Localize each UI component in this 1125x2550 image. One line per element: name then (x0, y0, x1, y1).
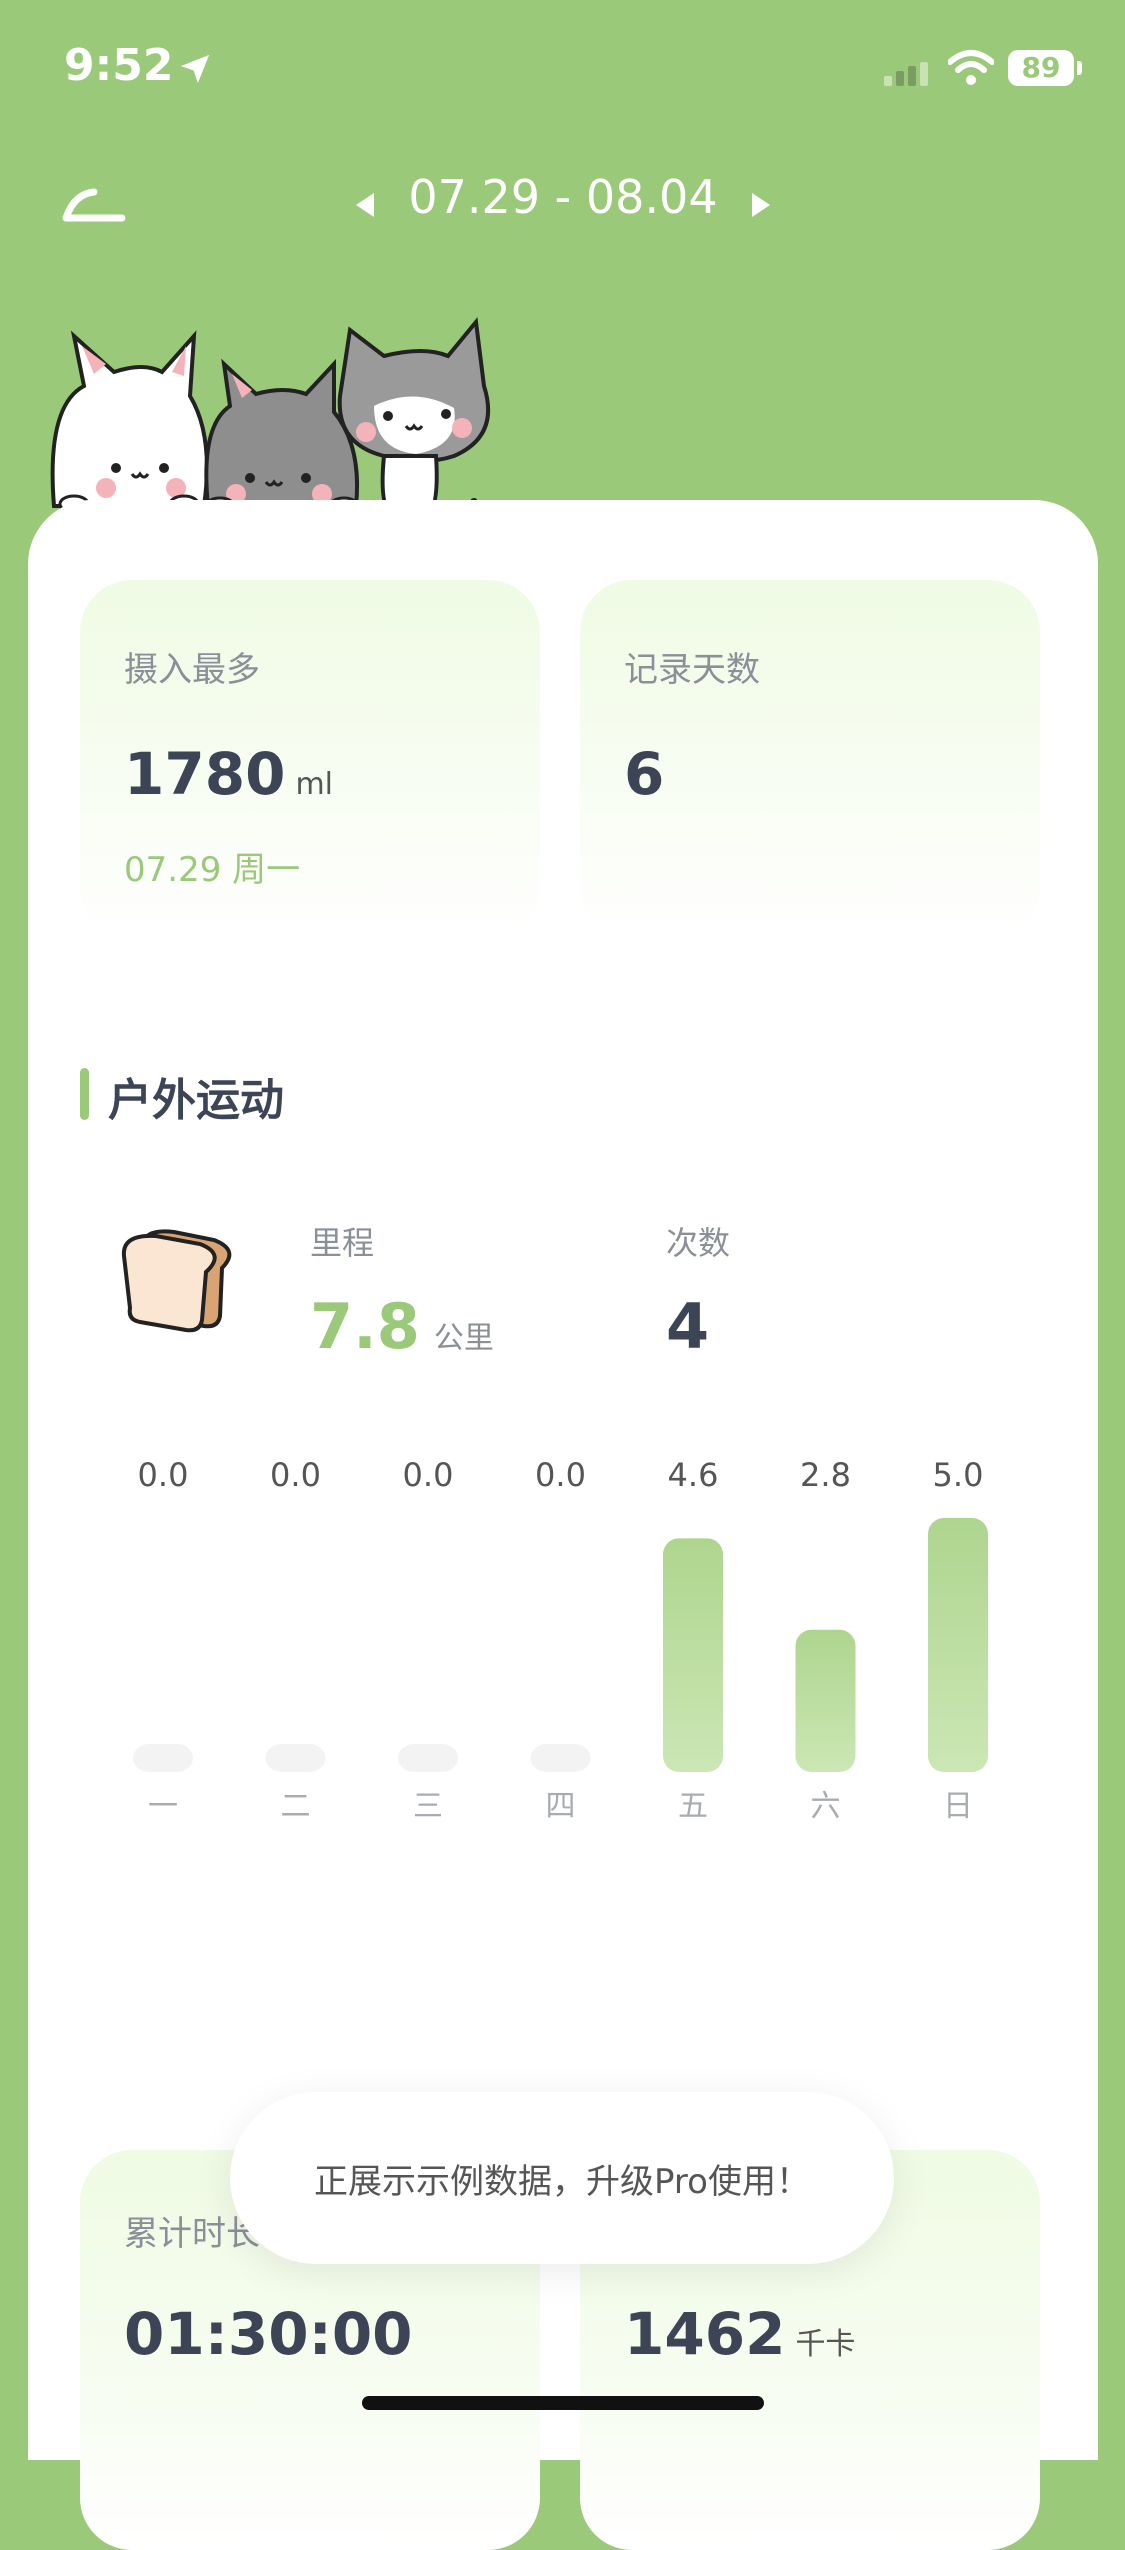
battery-indicator: 89 (1008, 50, 1074, 86)
bar-category-label: 五 (678, 1789, 708, 1824)
toast-text: 正展示示例数据，升级Pro使用！ (314, 2161, 810, 2202)
bar-value-label: 2.8 (800, 1456, 851, 1494)
distance-value: 7.8 (310, 1290, 420, 1363)
calories-value-row: 1462 千卡 (624, 2300, 855, 2368)
location-arrow-icon (180, 54, 210, 84)
bar-category-label: 二 (281, 1789, 311, 1824)
intake-max-value-row: 1780 ml (124, 740, 333, 808)
bar-category-label: 日 (943, 1789, 973, 1824)
intake-max-label: 摄入最多 (124, 650, 260, 690)
record-days-label: 记录天数 (624, 650, 760, 690)
bar (795, 1629, 856, 1772)
record-days-value: 6 (624, 740, 665, 808)
upgrade-pro-toast[interactable]: 正展示示例数据，升级Pro使用！ (230, 2092, 894, 2264)
bar (398, 1744, 458, 1772)
bar (928, 1518, 988, 1772)
section-title-outdoor: 户外运动 (108, 1075, 284, 1126)
calories-value: 1462 (624, 2300, 786, 2368)
bar-value-label: 4.6 (668, 1456, 719, 1494)
bread-icon (121, 1229, 232, 1333)
bar (663, 1538, 723, 1772)
bar-value-label: 0.0 (403, 1456, 454, 1494)
bar (133, 1744, 193, 1772)
count-label: 次数 (666, 1224, 731, 1262)
cats-illustration (50, 317, 491, 522)
home-indicator[interactable] (362, 2396, 764, 2410)
intake-max-card: 摄入最多 1780 ml 07.29 周一 (80, 580, 540, 940)
count-value: 4 (666, 1290, 710, 1363)
battery-cap (1077, 61, 1082, 75)
distance-label: 里程 (310, 1224, 375, 1262)
back-icon[interactable] (60, 184, 130, 226)
date-range: 07.29 - 08.04 (408, 170, 718, 224)
bar-category-label: 四 (546, 1789, 576, 1824)
cellular-signal-icon (884, 62, 928, 86)
bar-value-label: 0.0 (138, 1456, 189, 1494)
record-days-card: 记录天数 6 (580, 580, 1040, 940)
bar-category-label: 六 (811, 1789, 841, 1824)
bar-value-label: 5.0 (933, 1456, 984, 1494)
distance-unit: 公里 (433, 1321, 494, 1356)
distance-value-row: 7.8 公里 (310, 1290, 494, 1363)
bar-value-label: 0.0 (270, 1456, 321, 1494)
wifi-icon (948, 50, 994, 85)
calories-unit: 千卡 (795, 2327, 856, 2362)
distance-bar-chart: 0.0 一 0.0 二 0.0 三 0.0 四 4.6 五 2.8 六 5.0 日 (133, 1456, 988, 1824)
bar-value-label: 0.0 (535, 1456, 586, 1494)
intake-max-value: 1780 (124, 740, 286, 808)
next-week-icon[interactable] (748, 191, 774, 219)
duration-value: 01:30:00 (124, 2300, 413, 2368)
intake-max-unit: ml (295, 767, 333, 802)
bar-category-label: 一 (148, 1789, 178, 1824)
status-time: 9:52 (64, 40, 174, 91)
bar-category-label: 三 (413, 1789, 443, 1824)
bar (265, 1744, 326, 1772)
intake-max-date: 07.29 周一 (124, 850, 301, 890)
section-accent-bar (80, 1068, 89, 1120)
prev-week-icon[interactable] (352, 191, 378, 219)
bar (530, 1744, 591, 1772)
